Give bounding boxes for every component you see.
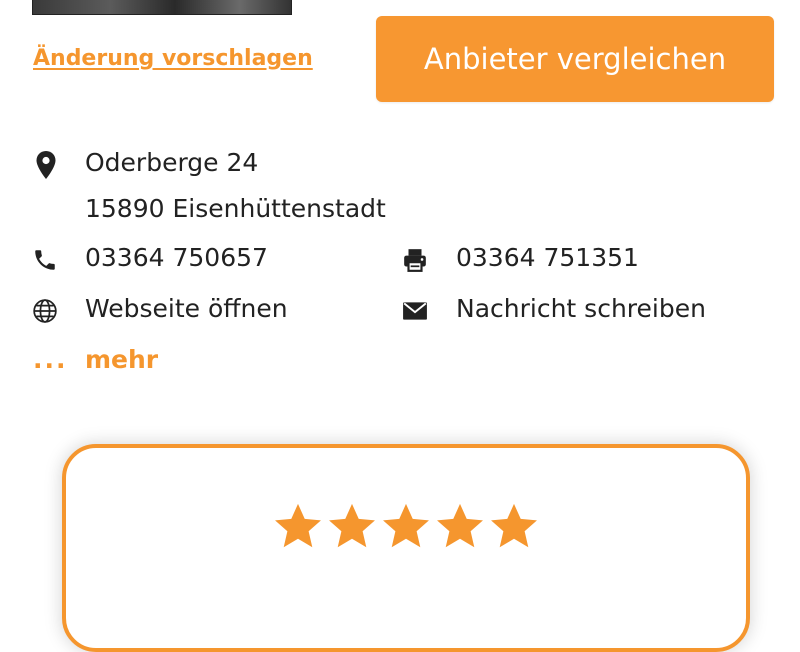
star-icon[interactable] — [488, 500, 540, 552]
rating-card — [62, 444, 750, 652]
phone-icon — [31, 246, 59, 274]
fax-printer-icon — [401, 246, 429, 274]
globe-icon — [31, 297, 59, 325]
location-pin-icon — [32, 151, 60, 179]
star-icon[interactable] — [326, 500, 378, 552]
write-message-link[interactable]: Nachricht schreiben — [456, 294, 706, 323]
rating-stars[interactable] — [66, 500, 746, 552]
star-icon[interactable] — [380, 500, 432, 552]
business-photo-thumbnail[interactable] — [32, 0, 292, 15]
phone-number[interactable]: 03364 750657 — [85, 243, 268, 272]
star-icon[interactable] — [272, 500, 324, 552]
mail-envelope-icon — [401, 297, 429, 325]
open-website-link[interactable]: Webseite öffnen — [85, 294, 288, 323]
compare-providers-button[interactable]: Anbieter vergleichen — [376, 16, 774, 102]
fax-number: 03364 751351 — [456, 243, 639, 272]
star-icon[interactable] — [434, 500, 486, 552]
suggest-change-link[interactable]: Änderung vorschlagen — [33, 46, 313, 71]
address-street: Oderberge 24 — [85, 148, 259, 177]
address-city: 15890 Eisenhüttenstadt — [85, 194, 386, 223]
more-ellipsis[interactable]: ... — [33, 345, 68, 374]
more-link[interactable]: mehr — [85, 345, 158, 374]
